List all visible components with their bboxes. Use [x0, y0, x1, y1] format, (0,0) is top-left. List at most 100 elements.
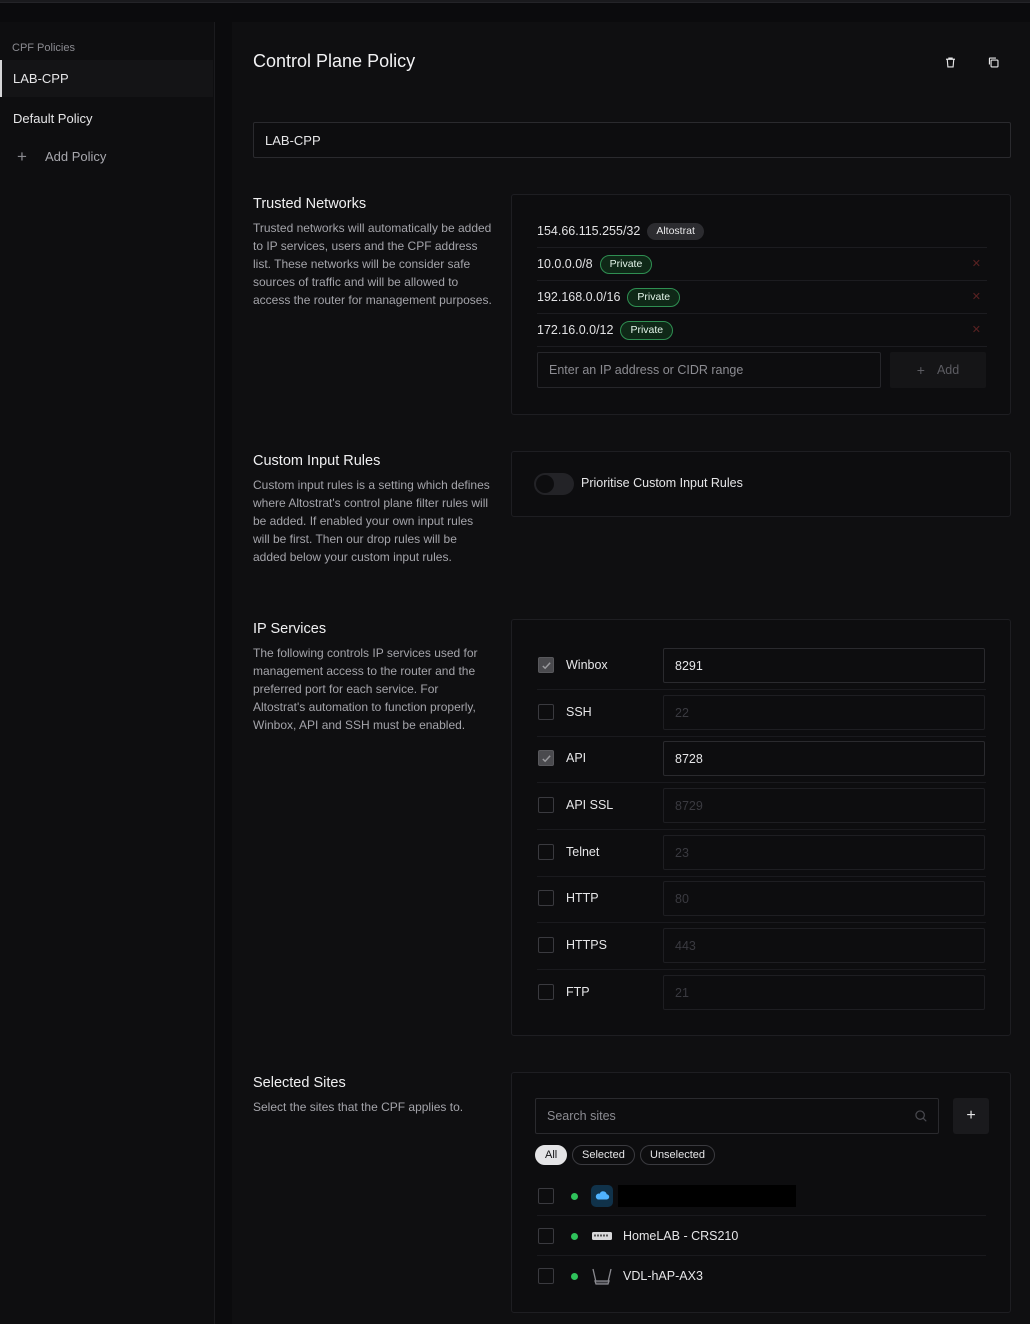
network-address: 172.16.0.0/12 — [537, 323, 614, 337]
custom-input-rules-card: Prioritise Custom Input Rules — [511, 451, 1011, 517]
ip-services-card: Winbox SSH API API SSL Telnet HTTP — [511, 619, 1011, 1036]
delete-button[interactable] — [939, 51, 961, 73]
network-badge: Private — [627, 287, 681, 307]
ip-services-description: The following controls IP services used … — [253, 646, 478, 732]
service-checkbox[interactable] — [538, 704, 554, 720]
port-input[interactable] — [663, 648, 985, 683]
toggle-label: Prioritise Custom Input Rules — [581, 476, 743, 490]
port-input[interactable] — [663, 695, 985, 730]
service-row-ssh: SSH — [537, 690, 986, 737]
custom-input-rules-title: Custom Input Rules — [253, 453, 381, 469]
service-row-ftp: FTP — [537, 970, 986, 1017]
redacted-site-name — [618, 1185, 796, 1207]
port-input[interactable] — [663, 975, 985, 1010]
trusted-network-row: 172.16.0.0/12 Private ✕ — [537, 314, 987, 347]
service-row-api-ssl: API SSL — [537, 783, 986, 830]
router-icon — [592, 1268, 612, 1285]
service-row-http: HTTP — [537, 876, 986, 923]
custom-input-rules-description: Custom input rules is a setting which de… — [253, 478, 490, 564]
network-badge: Private — [620, 320, 674, 340]
copy-icon — [988, 56, 999, 68]
page-title: Control Plane Policy — [253, 51, 416, 71]
selected-sites-description: Select the sites that the CPF applies to… — [253, 1100, 464, 1114]
service-checkbox[interactable] — [538, 984, 554, 1000]
sidebar-item-default-policy[interactable]: Default Policy — [0, 100, 213, 137]
cloud-icon — [591, 1185, 613, 1207]
service-checkbox[interactable] — [538, 844, 554, 860]
trusted-network-row: 192.168.0.0/16 Private ✕ — [537, 281, 987, 314]
plus-icon: + — [17, 147, 27, 166]
service-name: Telnet — [566, 845, 600, 859]
add-network-button[interactable]: + Add — [890, 352, 986, 388]
port-input[interactable] — [663, 788, 985, 823]
status-online-dot — [571, 1273, 578, 1280]
remove-network-icon[interactable]: ✕ — [972, 257, 981, 270]
site-checkbox[interactable] — [538, 1228, 554, 1244]
sidebar-item-label: Default Policy — [13, 111, 93, 126]
status-online-dot — [571, 1193, 578, 1200]
trusted-networks-title: Trusted Networks — [253, 196, 367, 212]
site-checkbox[interactable] — [538, 1268, 554, 1284]
network-address: 10.0.0.0/8 — [537, 257, 593, 271]
add-policy-button[interactable]: + Add Policy — [0, 138, 213, 175]
prioritise-custom-rules-toggle[interactable] — [534, 473, 574, 495]
service-checkbox[interactable] — [538, 750, 554, 766]
plus-icon: + — [916, 362, 925, 378]
policy-name-input[interactable] — [253, 122, 1011, 158]
trusted-network-row: 10.0.0.0/8 Private ✕ — [537, 248, 987, 281]
service-name: API — [566, 751, 587, 765]
duplicate-button[interactable] — [982, 51, 1004, 73]
remove-network-icon[interactable]: ✕ — [972, 290, 981, 303]
add-site-button[interactable]: + — [953, 1098, 989, 1134]
switch-icon — [592, 1232, 612, 1240]
check-icon — [542, 662, 551, 670]
site-row: VDL-hAP-AX3 — [537, 1256, 986, 1296]
service-row-api: API — [537, 736, 986, 783]
site-row — [537, 1176, 986, 1216]
trusted-network-row: 154.66.115.255/32 Altostrat — [537, 215, 987, 248]
selected-sites-card: + All Selected Unselected Home — [511, 1072, 1011, 1313]
service-name: API SSL — [566, 798, 614, 812]
service-checkbox[interactable] — [538, 890, 554, 906]
service-checkbox[interactable] — [538, 657, 554, 673]
search-sites-input[interactable] — [535, 1098, 939, 1134]
sidebar-item-label: LAB-CPP — [13, 71, 69, 86]
trusted-networks-card: 154.66.115.255/32 Altostrat 10.0.0.0/8 P… — [511, 194, 1011, 415]
service-checkbox[interactable] — [538, 937, 554, 953]
site-name: HomeLAB - CRS210 — [623, 1229, 739, 1243]
service-name: FTP — [566, 985, 590, 999]
service-name: Winbox — [566, 658, 608, 672]
port-input[interactable] — [663, 928, 985, 963]
filter-selected[interactable]: Selected — [572, 1145, 635, 1165]
service-name: SSH — [566, 705, 592, 719]
service-row-https: HTTPS — [537, 923, 986, 970]
trusted-networks-description: Trusted networks will automatically be a… — [253, 221, 492, 307]
toggle-knob — [536, 475, 554, 493]
selected-sites-title: Selected Sites — [253, 1075, 346, 1091]
site-name: VDL-hAP-AX3 — [623, 1269, 703, 1283]
window-top-bar — [0, 0, 1030, 3]
service-row-telnet: Telnet — [537, 830, 986, 877]
site-row: HomeLAB - CRS210 — [537, 1216, 986, 1256]
port-input[interactable] — [663, 835, 985, 870]
policy-sidebar: CPF Policies LAB-CPP Default Policy + Ad… — [0, 22, 215, 1324]
service-checkbox[interactable] — [538, 797, 554, 813]
network-badge: Private — [599, 254, 653, 274]
service-row-winbox: Winbox — [537, 643, 986, 690]
ip-address-input[interactable] — [537, 352, 881, 388]
remove-network-icon[interactable]: ✕ — [972, 323, 981, 336]
filter-all[interactable]: All — [535, 1145, 568, 1165]
add-policy-label: Add Policy — [45, 149, 107, 164]
policy-editor: Control Plane Policy Trusted Networks Tr… — [232, 22, 1030, 1324]
service-name: HTTP — [566, 891, 599, 905]
sidebar-heading: CPF Policies — [12, 42, 75, 54]
network-address: 154.66.115.255/32 — [537, 224, 641, 238]
site-checkbox[interactable] — [538, 1188, 554, 1204]
ip-services-title: IP Services — [253, 621, 327, 637]
port-input[interactable] — [663, 741, 985, 776]
filter-unselected[interactable]: Unselected — [640, 1145, 716, 1165]
port-input[interactable] — [663, 881, 985, 916]
sidebar-item-lab-cpp[interactable]: LAB-CPP — [0, 60, 213, 97]
search-icon — [915, 1110, 927, 1122]
check-icon — [542, 755, 551, 763]
